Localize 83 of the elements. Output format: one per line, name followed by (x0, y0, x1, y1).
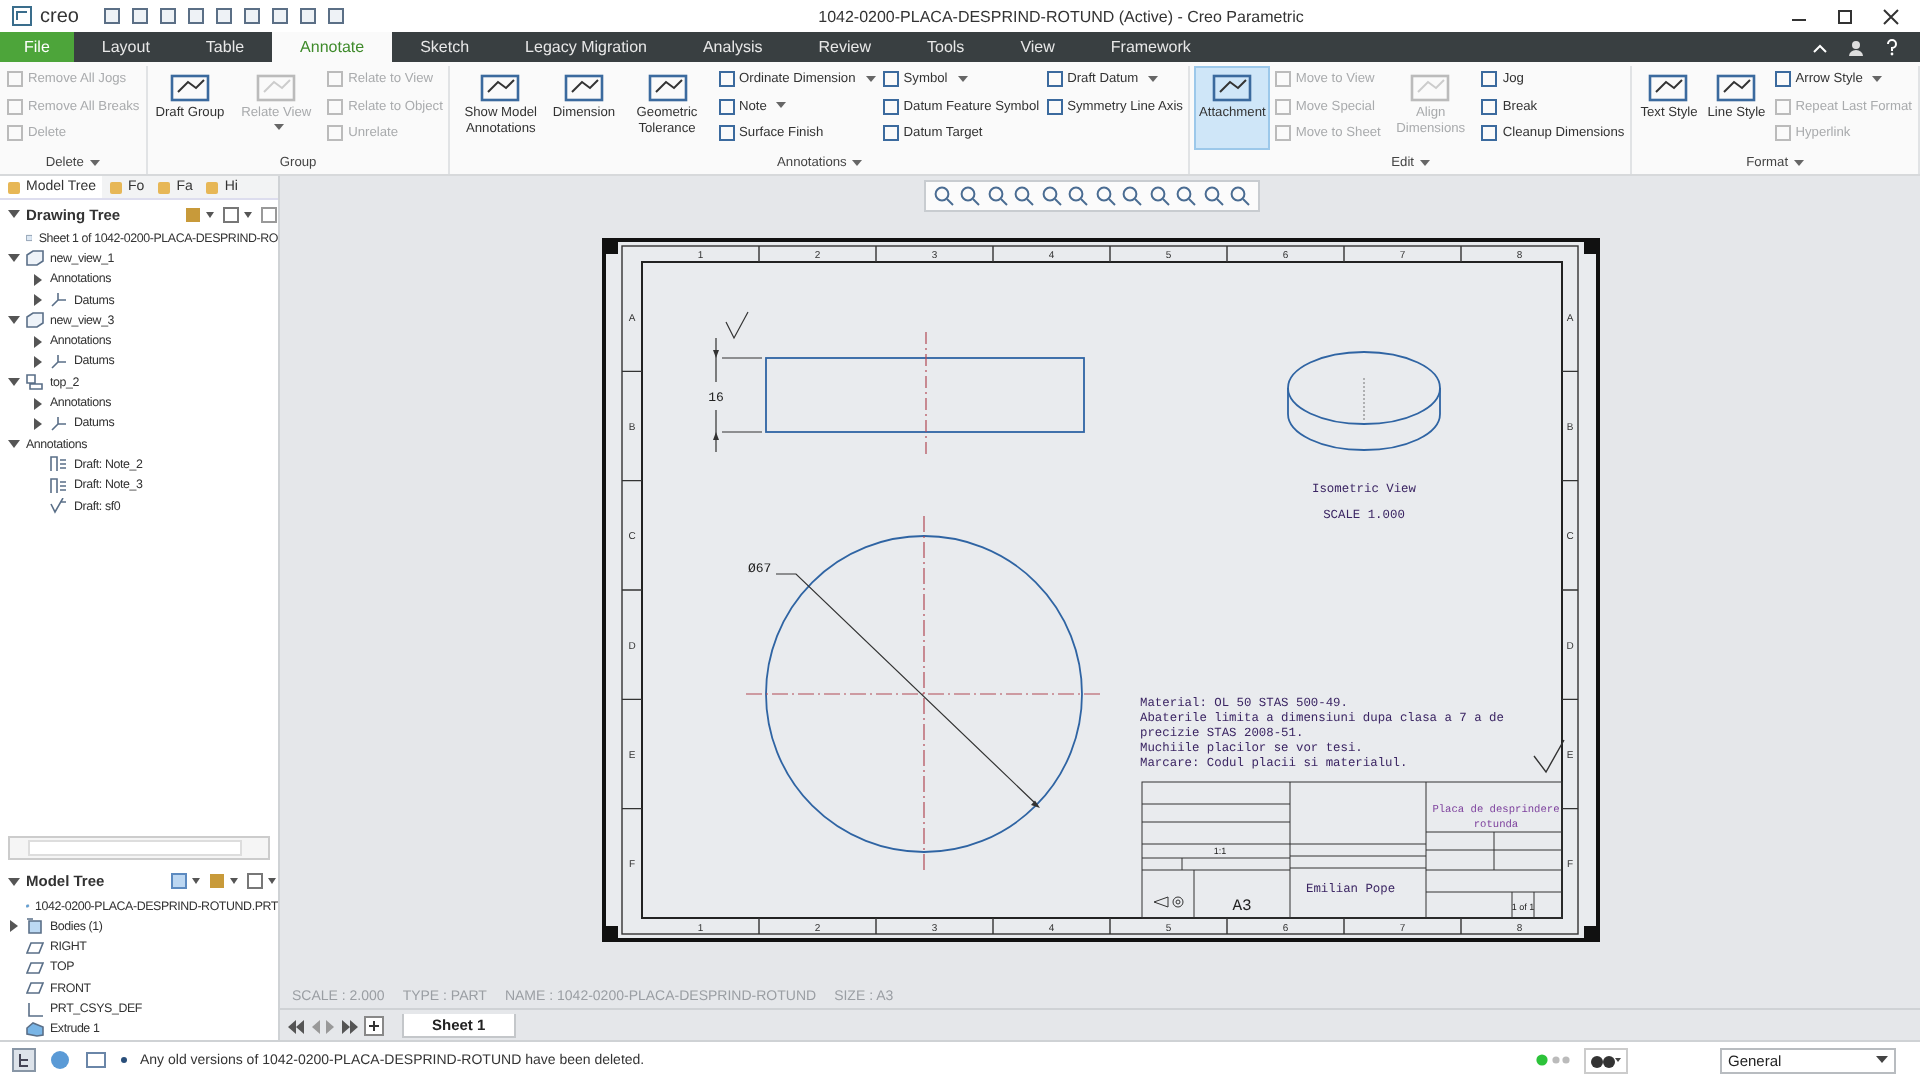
surface-finish-symbol (1532, 739, 1564, 774)
expand-arrow-icon[interactable] (8, 438, 20, 451)
projection-symbol (1152, 896, 1183, 908)
surface-finish-symbol (724, 311, 748, 340)
tree-columns-icon[interactable] (246, 872, 278, 891)
app-logo-icon (12, 6, 32, 26)
last-sheet-icon[interactable] (342, 1019, 358, 1033)
axes-icon (26, 1001, 44, 1018)
tool-icon (647, 70, 688, 106)
tool-icon (256, 70, 297, 106)
tab-icon (204, 179, 221, 195)
tree-columns-icon[interactable] (222, 205, 254, 223)
ribbon-tab[interactable]: Annotate (272, 32, 393, 62)
tree-settings-icon[interactable] (208, 872, 240, 891)
tree-settings-icon[interactable] (184, 205, 216, 223)
caret-icon (1872, 75, 1883, 84)
first-sheet-icon[interactable] (288, 1019, 304, 1033)
note-icon (50, 477, 68, 494)
ribbon-tab[interactable]: Sketch (392, 32, 498, 62)
dimension-line (712, 337, 762, 453)
caret-icon (1148, 75, 1159, 84)
caret-icon (776, 102, 787, 111)
maximize-icon[interactable] (1836, 7, 1854, 25)
bullet-icon (120, 1056, 128, 1064)
expand-arrow-icon[interactable] (32, 294, 44, 307)
finish-icon (50, 498, 68, 514)
close-icon[interactable] (1882, 7, 1900, 25)
tool-icon (1410, 70, 1451, 106)
tab-icon (156, 179, 173, 195)
caret-icon (89, 159, 100, 167)
expand-arrow-icon[interactable] (8, 376, 20, 389)
caret-icon (957, 75, 968, 84)
tool-icon (1716, 70, 1757, 106)
tool-icon (480, 70, 521, 106)
help-icon[interactable] (1884, 38, 1900, 56)
ribbon-tab[interactable]: Table (177, 32, 273, 62)
tool-icon (563, 70, 604, 106)
binoculars-icon (1590, 1050, 1622, 1070)
body-icon (26, 918, 44, 935)
add-sheet-icon[interactable] (364, 1016, 384, 1036)
window-title: 1042-0200-PLACA-DESPRIND-ROTUND (Active) - Creo Parametric (816, 7, 1306, 25)
caret-icon (1420, 159, 1431, 167)
tree-display-icon[interactable] (170, 872, 202, 891)
caret-icon (1794, 159, 1805, 167)
expand-arrow-icon[interactable] (32, 397, 44, 410)
ribbon-tab[interactable]: Review (790, 32, 899, 62)
expand-arrow-icon[interactable] (8, 208, 20, 220)
title-size: A3 (1231, 898, 1251, 916)
caret-icon (1876, 1056, 1888, 1064)
tab-icon (6, 179, 22, 195)
tool-icon (1648, 70, 1689, 106)
collapse-ribbon-icon[interactable] (1812, 39, 1828, 55)
scrollbar[interactable] (28, 839, 242, 856)
browser-icon[interactable] (48, 1048, 72, 1072)
ribbon-tab[interactable]: Analysis (674, 32, 791, 62)
expand-arrow-icon[interactable] (32, 417, 44, 430)
user-icon[interactable] (1848, 39, 1864, 55)
ribbon-tab[interactable]: View (992, 32, 1083, 62)
ribbon-tab[interactable]: Framework (1082, 32, 1219, 62)
tree-toggle-icon[interactable] (12, 1048, 36, 1072)
sheet-icon (26, 230, 33, 247)
caret-icon (865, 75, 876, 84)
note-icon (50, 456, 68, 473)
tool-icon (169, 70, 210, 106)
center-line (924, 331, 926, 455)
expand-arrow-icon[interactable] (32, 335, 44, 348)
caret-icon (852, 159, 863, 167)
ribbon-tab[interactable]: Legacy Migration (497, 32, 675, 62)
find-button[interactable] (1584, 1047, 1628, 1073)
expand-arrow-icon[interactable] (32, 273, 44, 286)
expand-arrow-icon[interactable] (8, 314, 20, 327)
expand-arrow-icon[interactable] (32, 355, 44, 368)
tree-filter-icon[interactable] (260, 205, 278, 223)
expand-arrow-icon[interactable] (8, 875, 20, 888)
caret-icon (274, 123, 285, 132)
tab-icon (108, 179, 125, 195)
expand-arrow-icon[interactable] (8, 920, 20, 933)
tool-icon (1212, 70, 1253, 106)
ribbon-tab[interactable]: Tools (899, 32, 993, 62)
status-lights-icon (1536, 1054, 1572, 1066)
ribbon-tab[interactable]: Layout (73, 32, 178, 62)
app-logo: creo (40, 5, 79, 27)
expand-arrow-icon[interactable] (8, 252, 20, 265)
